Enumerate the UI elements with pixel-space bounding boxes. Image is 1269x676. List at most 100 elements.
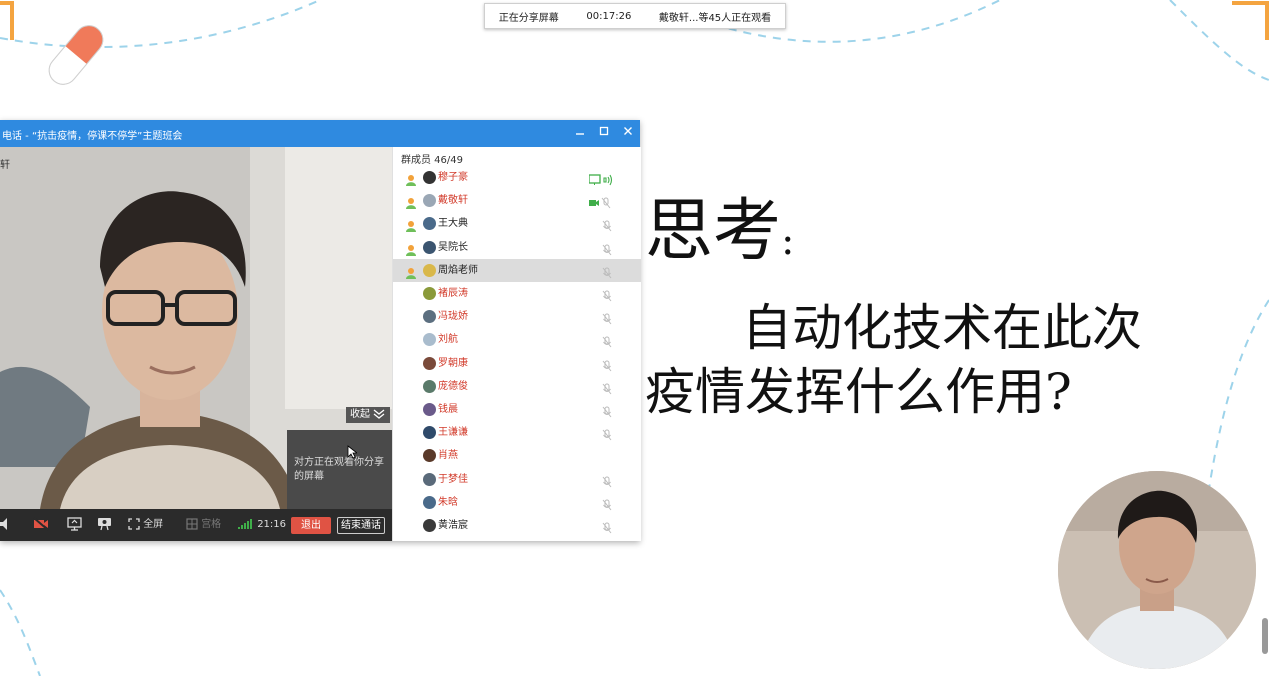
- member-name: 戴敬轩: [438, 195, 468, 207]
- avatar: [423, 403, 436, 416]
- member-count: 群成员 46/49: [401, 155, 463, 166]
- minimize-icon[interactable]: [572, 125, 588, 141]
- share-viewers[interactable]: 戴敬轩...等45人正在观看: [659, 9, 771, 24]
- avatar: [423, 194, 436, 208]
- member-row[interactable]: 吴院长: [393, 236, 641, 259]
- member-name: 黄浩宸: [438, 520, 468, 531]
- member-name: 吴院长: [438, 241, 468, 253]
- slide-question-line2: 疫情发挥什么作用?: [645, 363, 1072, 421]
- mic-muted-icon[interactable]: [602, 333, 612, 352]
- avatar: [423, 356, 436, 370]
- avatar: [423, 310, 436, 324]
- member-name: 冯珑娇: [438, 311, 468, 323]
- camera-off-icon[interactable]: [33, 517, 49, 533]
- camera-on-muted-icon: [589, 194, 613, 213]
- member-row[interactable]: 于梦佳: [393, 468, 641, 491]
- speaker-icon[interactable]: [0, 517, 8, 533]
- grid-label: 宫格: [201, 519, 222, 530]
- member-name: 于梦佳: [438, 473, 468, 485]
- avatar: [423, 472, 436, 486]
- member-row[interactable]: 冯珑娇: [393, 305, 641, 328]
- avatar: [423, 495, 436, 509]
- mic-muted-icon[interactable]: [602, 310, 612, 329]
- member-name: 朱晗: [438, 496, 458, 508]
- mic-muted-icon[interactable]: [602, 264, 612, 283]
- member-name: 庞德俊: [438, 380, 468, 392]
- member-name: 周焰老师: [438, 264, 478, 276]
- slide-heading-text: 思考: [645, 192, 782, 271]
- member-row[interactable]: 肖燕: [393, 444, 641, 467]
- fullscreen-icon: [128, 518, 140, 530]
- member-row[interactable]: 王谦谦: [393, 421, 641, 444]
- screen-share-banner[interactable]: 正在分享屏幕 00:17:26 戴敬轩...等45人正在观看: [484, 3, 786, 29]
- mic-muted-icon[interactable]: [602, 380, 612, 399]
- mic-muted-icon[interactable]: [602, 473, 612, 492]
- member-row[interactable]: 朱晗: [393, 491, 641, 514]
- host-icon: [405, 264, 417, 283]
- member-name: 穆子豪: [438, 172, 468, 183]
- avatar: [423, 287, 436, 300]
- video-participant-label: 轩: [0, 160, 10, 171]
- group-call-window[interactable]: 电话 - “抗击疫情，停课不停学”主题班会 轩 收起 对方正在观看你分享的屏幕 …: [0, 120, 641, 541]
- grid-view-button[interactable]: 宫格: [186, 517, 221, 533]
- grid-icon: [186, 518, 198, 530]
- pill-icon: [48, 25, 104, 85]
- member-list-panel[interactable]: 群成员 46/49 穆子豪戴敬轩王大典吴院长周焰老师褚辰涛冯珑娇刘航罗朝康庞德俊…: [392, 147, 641, 541]
- double-chevron-down-icon: [373, 409, 385, 419]
- mic-muted-icon[interactable]: [602, 403, 612, 422]
- remote-video-feed[interactable]: 轩 收起 对方正在观看你分享的屏幕: [0, 147, 392, 509]
- collapse-button[interactable]: 收起: [346, 407, 390, 423]
- slide-heading-colon: :: [781, 218, 795, 264]
- member-name: 钱晨: [438, 404, 458, 415]
- presentation-icon[interactable]: [97, 517, 112, 533]
- close-icon[interactable]: [620, 125, 636, 141]
- member-name: 王谦谦: [438, 427, 468, 439]
- fullscreen-label: 全屏: [143, 519, 164, 530]
- self-camera-preview[interactable]: [1058, 471, 1256, 669]
- exit-button[interactable]: 退出: [291, 517, 331, 534]
- screen-share-notice: 对方正在观看你分享的屏幕: [287, 430, 392, 509]
- mic-muted-icon[interactable]: [602, 287, 612, 306]
- avatar: [423, 171, 436, 184]
- member-row[interactable]: 褚辰涛: [393, 282, 641, 305]
- slide-question-line1: 自动化技术在此次: [742, 299, 1142, 357]
- self-camera-video: [1058, 471, 1256, 669]
- member-name: 肖燕: [438, 450, 458, 462]
- end-call-button[interactable]: 结束通话: [337, 517, 385, 534]
- mic-muted-icon[interactable]: [602, 496, 612, 515]
- host-icon: [405, 217, 417, 236]
- avatar: [423, 240, 436, 254]
- sharing-speaking-icon: [588, 171, 613, 190]
- mic-muted-icon[interactable]: [602, 426, 612, 445]
- duration-text: 21:16: [257, 519, 287, 530]
- member-row[interactable]: 庞德俊: [393, 375, 641, 398]
- page-scrollbar[interactable]: [1262, 618, 1268, 654]
- mic-muted-icon[interactable]: [602, 519, 612, 538]
- mic-muted-icon[interactable]: [602, 217, 612, 236]
- host-icon: [405, 194, 417, 213]
- host-icon: [405, 171, 417, 190]
- mic-muted-icon[interactable]: [602, 357, 612, 376]
- mic-muted-icon[interactable]: [602, 241, 612, 260]
- share-timer: 00:17:26: [586, 10, 632, 22]
- member-row[interactable]: 刘航: [393, 328, 641, 351]
- window-titlebar[interactable]: 电话 - “抗击疫情，停课不停学”主题班会: [0, 120, 640, 147]
- member-row[interactable]: 罗朝康: [393, 352, 641, 375]
- fullscreen-button[interactable]: 全屏: [128, 517, 163, 533]
- member-row[interactable]: 穆子豪: [393, 166, 641, 189]
- host-icon: [405, 241, 417, 260]
- share-screen-icon[interactable]: [67, 517, 82, 533]
- share-status: 正在分享屏幕: [498, 12, 559, 24]
- call-toolbar: 全屏 宫格 21:16 退出 结束通话: [0, 509, 392, 541]
- maximize-icon[interactable]: [596, 125, 612, 141]
- member-row[interactable]: 钱晨: [393, 398, 641, 421]
- share-notice-text: 对方正在观看你分享的屏幕: [294, 457, 384, 482]
- member-row[interactable]: 周焰老师: [393, 258, 641, 283]
- member-row[interactable]: 黄浩宸: [393, 514, 641, 537]
- member-row[interactable]: 戴敬轩: [393, 189, 641, 212]
- window-title: 电话 - “抗击疫情，停课不停学”主题班会: [2, 131, 183, 142]
- avatar: [423, 333, 436, 347]
- member-name: 刘航: [438, 334, 458, 346]
- member-row[interactable]: 王大典: [393, 212, 641, 235]
- collapse-label: 收起: [350, 409, 370, 420]
